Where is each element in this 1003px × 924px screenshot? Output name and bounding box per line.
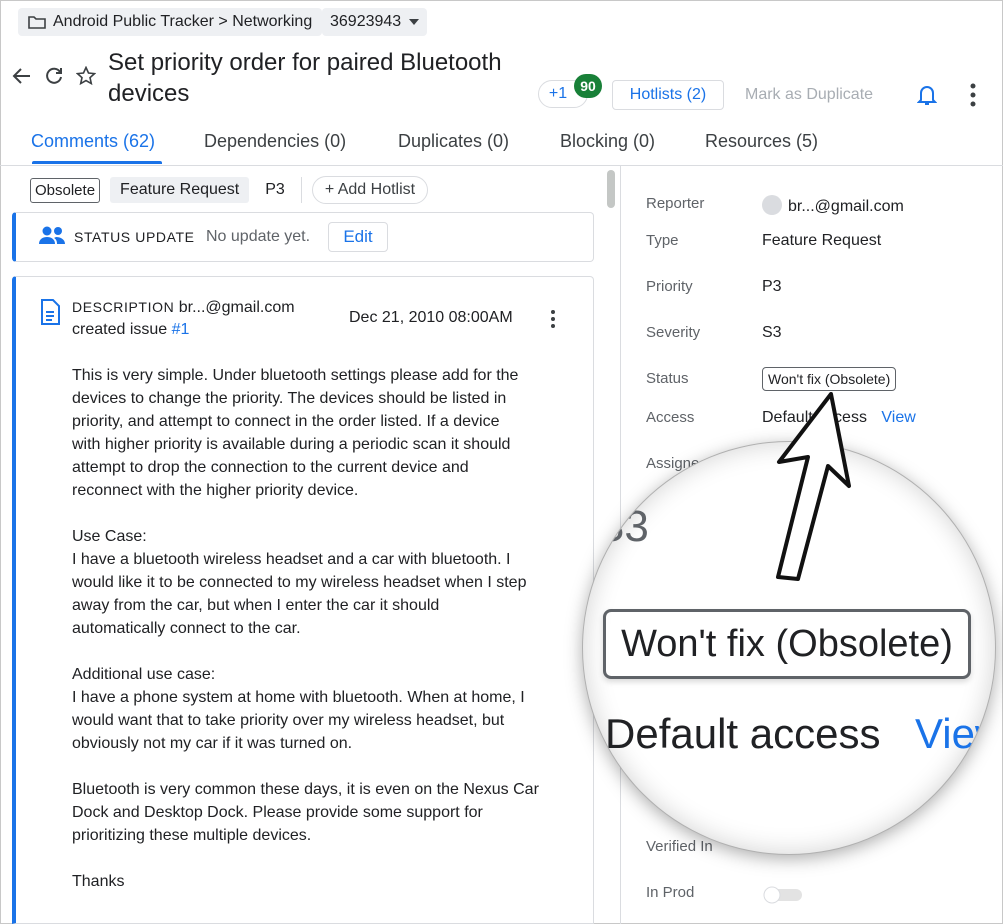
description-author: br...@gmail.com: [178, 299, 295, 316]
description-label: DESCRIPTION: [72, 299, 175, 315]
priority-value[interactable]: P3: [762, 278, 782, 296]
issue-chips: Obsolete Feature Request P3 + Add Hotlis…: [30, 176, 429, 204]
hotlists-button[interactable]: Hotlists (2): [612, 80, 724, 110]
description-card: DESCRIPTION br...@gmail.com created issu…: [12, 276, 594, 924]
nav-icons: [12, 66, 96, 86]
reporter-email: br...@gmail.com: [788, 198, 904, 215]
description-paragraph: Bluetooth is very common these days, it …: [72, 781, 539, 844]
issue-title: Set priority order for paired Bluetooth …: [108, 49, 502, 107]
obsolete-chip[interactable]: Obsolete: [30, 177, 101, 203]
tab-comments[interactable]: Comments (62): [31, 131, 155, 152]
edit-status-button[interactable]: Edit: [328, 222, 388, 252]
reporter-label: Reporter: [646, 195, 705, 212]
caret-down-icon: [409, 19, 420, 25]
mark-duplicate-button[interactable]: Mark as Duplicate: [745, 86, 873, 104]
tab-dependencies[interactable]: Dependencies (0): [204, 131, 346, 152]
active-tab-indicator: [32, 161, 162, 164]
created-issue-text: created issue: [72, 321, 168, 338]
issue-id-dropdown[interactable]: 36923943: [322, 8, 428, 36]
access-text: Default access: [762, 409, 867, 426]
more-menu-icon[interactable]: [968, 82, 978, 108]
description-paragraph: Use Case: I have a bluetooth wireless he…: [72, 528, 527, 637]
type-value[interactable]: Feature Request: [762, 232, 881, 250]
bell-icon[interactable]: [917, 84, 937, 106]
vote-count-badge: 90: [574, 74, 602, 98]
magnified-severity: S3: [595, 502, 649, 551]
breadcrumb[interactable]: Android Public Tracker > Networking: [18, 8, 323, 36]
add-hotlist-button[interactable]: + Add Hotlist: [311, 176, 429, 204]
severity-value[interactable]: S3: [762, 324, 782, 342]
in-prod-label: In Prod: [646, 884, 695, 901]
refresh-icon[interactable]: [44, 66, 64, 86]
description-paragraph: Additional use case: I have a phone syst…: [72, 666, 525, 752]
magnified-view-link: View: [915, 710, 995, 757]
status-update-text: No update yet.: [206, 228, 311, 245]
people-icon: [39, 226, 65, 244]
issue-link[interactable]: #1: [172, 321, 190, 338]
tab-duplicates[interactable]: Duplicates (0): [398, 131, 509, 152]
divider: [300, 177, 302, 203]
scrollbar[interactable]: [607, 170, 615, 208]
type-chip[interactable]: Feature Request: [110, 177, 250, 203]
description-date: Dec 21, 2010 08:00AM: [349, 309, 513, 326]
access-value: Default access View: [762, 409, 916, 427]
magnifier-callout: S3 Won't fix (Obsolete) Default access V…: [583, 442, 995, 854]
verified-in-label: Verified In: [646, 838, 713, 855]
avatar: [762, 195, 782, 215]
in-prod-toggle[interactable]: [762, 884, 806, 904]
description-header: DESCRIPTION br...@gmail.com: [72, 299, 295, 317]
document-icon: [41, 299, 60, 325]
description-body: This is very simple. Under bluetooth set…: [72, 364, 582, 916]
description-paragraph: Thanks: [72, 873, 125, 890]
tab-resources[interactable]: Resources (5): [705, 131, 818, 152]
description-action: created issue #1: [72, 321, 189, 339]
status-label: Status: [646, 370, 689, 387]
status-update-card: STATUS UPDATE No update yet. Edit: [12, 212, 594, 262]
priority-label: Priority: [646, 278, 693, 295]
breadcrumb-text: Android Public Tracker > Networking: [53, 13, 313, 30]
status-value[interactable]: Won't fix (Obsolete): [762, 367, 897, 391]
magnified-status: Won't fix (Obsolete): [603, 609, 971, 679]
priority-chip[interactable]: P3: [259, 181, 291, 199]
type-label: Type: [646, 232, 679, 249]
description-paragraph: This is very simple. Under bluetooth set…: [72, 367, 519, 499]
reporter-value: br...@gmail.com: [762, 195, 904, 216]
magnified-access: Default access: [605, 710, 881, 757]
comment-more-icon[interactable]: [549, 309, 557, 329]
access-view-link[interactable]: View: [881, 409, 915, 426]
back-arrow-icon[interactable]: [12, 66, 32, 86]
folder-icon: [28, 16, 46, 29]
tab-blocking[interactable]: Blocking (0): [560, 131, 655, 152]
star-icon[interactable]: [76, 66, 96, 86]
issue-id: 36923943: [330, 13, 402, 30]
status-update-label: STATUS UPDATE: [74, 229, 195, 245]
severity-label: Severity: [646, 324, 701, 341]
tab-bar: Comments (62) Dependencies (0) Duplicate…: [0, 120, 1003, 166]
access-label: Access: [646, 409, 695, 426]
